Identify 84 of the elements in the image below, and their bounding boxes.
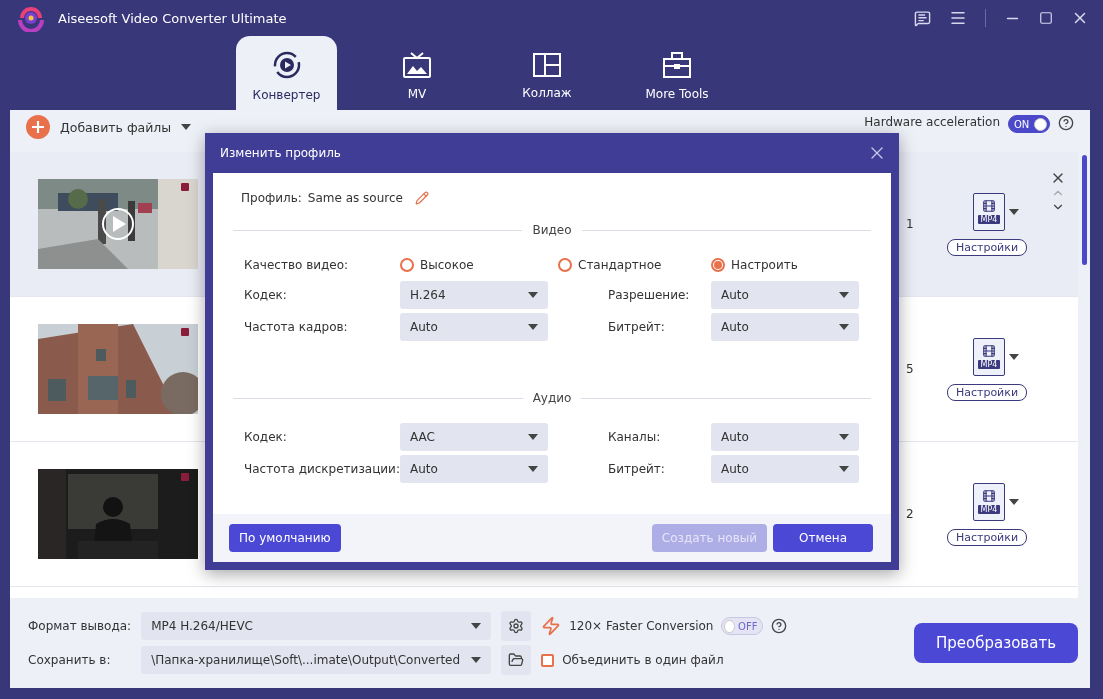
toolbox-icon	[662, 50, 692, 79]
add-files-button[interactable]: Добавить файлы	[26, 115, 192, 139]
dropdown[interactable]: AAC	[400, 423, 548, 451]
save-path-dropdown[interactable]: \Папка-хранилище\Soft\...imate\Output\Converted	[141, 646, 492, 674]
caret-icon	[528, 324, 538, 330]
field-label: Частота кадров:	[244, 320, 349, 334]
file-info-text: 2	[906, 507, 915, 521]
caret-icon	[528, 434, 538, 440]
tv-icon	[402, 50, 432, 79]
format-icon[interactable]: MP4	[973, 337, 1005, 376]
radio-option[interactable]: Стандартное	[558, 258, 662, 272]
caret-icon	[181, 124, 192, 130]
edit-icon[interactable]	[414, 191, 429, 205]
collage-icon	[532, 51, 562, 78]
feedback-icon[interactable]	[914, 9, 931, 27]
dropdown[interactable]: Auto	[711, 423, 859, 451]
file-info-text: 1	[906, 217, 915, 231]
open-folder-button[interactable]	[501, 645, 532, 675]
toggle-switch[interactable]: ON	[1008, 115, 1050, 133]
caret-icon	[471, 623, 482, 629]
caret-icon	[1009, 208, 1019, 215]
caret-icon	[528, 466, 538, 472]
profile-value: Same as source	[307, 191, 403, 205]
field-label: Кодек:	[244, 288, 288, 302]
field-label: Частота дискретизации:	[244, 462, 400, 476]
faster-conversion-label: 120× Faster Conversion	[569, 619, 714, 633]
settings-button[interactable]: Настройки	[946, 528, 1028, 546]
dropdown[interactable]: Auto	[400, 313, 548, 341]
cancel-button[interactable]: Отмена	[773, 524, 873, 552]
save-to-label: Сохранить в:	[28, 653, 112, 667]
scrollbar[interactable]	[1081, 155, 1087, 265]
section-heading: Видео	[532, 223, 572, 237]
nav-tab[interactable]: MV	[337, 36, 497, 110]
lightning-icon	[541, 616, 562, 636]
dropdown[interactable]: Auto	[400, 455, 548, 483]
caret-icon	[528, 292, 538, 298]
convert-icon	[271, 49, 302, 80]
format-settings-button[interactable]	[501, 611, 532, 641]
output-format-dropdown[interactable]: MP4 H.264/HEVC	[141, 612, 492, 640]
caret-icon	[1009, 353, 1019, 360]
format-icon[interactable]: MP4	[973, 192, 1005, 231]
hardware-acceleration-label: Hardware acceleration	[864, 115, 1000, 129]
field-label: Кодек:	[244, 430, 288, 444]
caret-icon	[839, 324, 849, 330]
caret-icon	[1009, 498, 1019, 505]
window-title: Aiseesoft Video Converter Ultimate	[58, 10, 288, 26]
caret-icon	[471, 657, 482, 663]
field-label: Битрейт:	[608, 320, 666, 334]
menu-icon[interactable]	[949, 9, 967, 27]
dropdown[interactable]: H.264	[400, 281, 548, 309]
caret-icon	[839, 434, 849, 440]
file-info-text: 5	[906, 362, 915, 376]
field-label: Качество видео:	[244, 258, 350, 272]
format-icon[interactable]: MP4	[973, 482, 1005, 521]
nav-tab[interactable]: Коллаж	[497, 36, 597, 110]
maximize-icon[interactable]	[1039, 11, 1053, 25]
field-label: Битрейт:	[608, 462, 666, 476]
convert-button[interactable]: Преобразовать	[914, 623, 1078, 663]
dialog-title: Изменить профиль	[220, 146, 341, 160]
dropdown[interactable]: Auto	[711, 455, 859, 483]
merge-label: Объединить в один файл	[562, 653, 724, 667]
nav-tab[interactable]: Конвертер	[236, 36, 337, 110]
help-icon[interactable]	[771, 618, 788, 634]
settings-button[interactable]: Настройки	[946, 383, 1028, 401]
field-label: Каналы:	[608, 430, 662, 444]
caret-icon	[839, 292, 849, 298]
field-label: Разрешение:	[608, 288, 691, 302]
radio-option[interactable]: Высокое	[400, 258, 474, 272]
output-format-label: Формат вывода:	[28, 619, 132, 633]
dropdown[interactable]: Auto	[711, 281, 859, 309]
plus-icon	[26, 115, 50, 139]
caret-icon	[839, 466, 849, 472]
settings-button[interactable]: Настройки	[946, 238, 1028, 256]
radio-option[interactable]: Настроить	[711, 258, 798, 272]
default-button[interactable]: По умолчанию	[229, 524, 341, 552]
nav-tab[interactable]: More Tools	[597, 36, 757, 110]
section-heading: Аудио	[532, 391, 572, 405]
folder-icon	[508, 652, 525, 668]
toggle-switch[interactable]: OFF	[721, 617, 764, 635]
help-icon[interactable]	[1058, 115, 1074, 131]
dropdown[interactable]: Auto	[711, 313, 859, 341]
gear-icon	[508, 618, 525, 634]
merge-checkbox[interactable]	[541, 653, 555, 667]
profile-label: Профиль:	[241, 191, 302, 205]
